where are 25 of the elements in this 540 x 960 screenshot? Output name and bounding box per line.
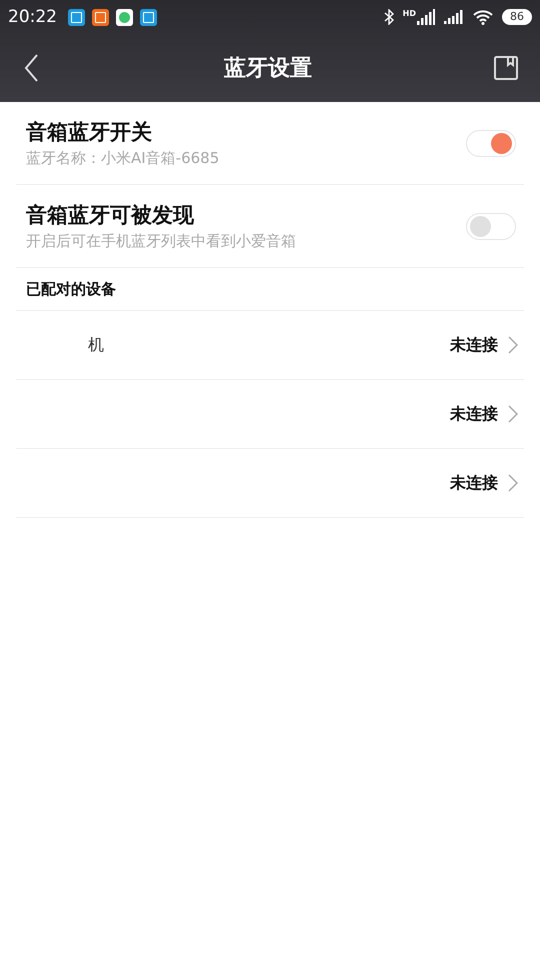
chevron-right-icon[interactable]: [508, 474, 518, 492]
bluetooth-icon: [384, 9, 394, 25]
wifi-icon: [473, 10, 493, 24]
network-type-label: HD: [402, 9, 416, 18]
connection-status: 未连接: [450, 472, 498, 494]
setting-title: 音箱蓝牙可被发现: [26, 201, 195, 229]
toggle-switch[interactable]: [466, 130, 516, 156]
clock-time: 20:22: [8, 7, 57, 27]
toggle-switch[interactable]: [466, 212, 516, 240]
signal-icon: [444, 10, 464, 24]
connection-status: 未连接: [450, 334, 498, 356]
notification-tile-icon: [68, 8, 85, 26]
notification-tile-icon: [140, 8, 157, 26]
bookmark-icon[interactable]: [494, 56, 518, 80]
connection-status: 未连接: [450, 404, 498, 424]
setting-description: 蓝牙名称：小米AI音箱-6685: [26, 149, 220, 168]
signal-icon: [417, 9, 435, 25]
chevron-right-icon[interactable]: [508, 405, 518, 423]
setting-description: 开启后可在手机蓝牙列表中看到小爱音箱: [26, 232, 296, 251]
setting-title: 音箱蓝牙开关: [26, 118, 153, 146]
battery-indicator: 86: [502, 9, 532, 25]
device-name: 机: [88, 334, 104, 354]
screen-title: 蓝牙设置: [224, 54, 312, 83]
section-header: 已配对的设备: [16, 268, 524, 311]
chevron-right-icon[interactable]: [508, 336, 518, 354]
